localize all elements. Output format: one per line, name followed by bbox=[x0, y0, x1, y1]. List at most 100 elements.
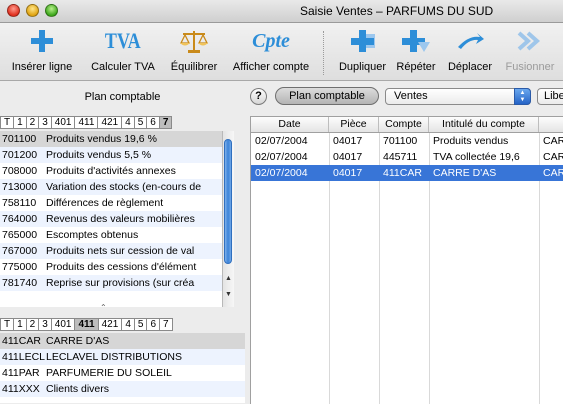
account-class-tab[interactable]: 411 bbox=[75, 319, 99, 330]
scroll-up-arrow-icon[interactable]: ▲ bbox=[223, 273, 234, 284]
table-cell-intitule[interactable]: Produits vendus bbox=[429, 133, 539, 149]
scroll-thumb[interactable] bbox=[224, 139, 232, 264]
table-row[interactable]: 02/07/2004 04017 411CAR CARRE D'AS CAR bbox=[251, 165, 563, 181]
account-code: 411PAR bbox=[2, 367, 40, 379]
account-class-tab[interactable]: 411 bbox=[75, 117, 99, 128]
journal-select-value: Ventes bbox=[394, 90, 428, 102]
libelle-button[interactable]: Libe bbox=[537, 88, 563, 105]
merge-button[interactable]: Fusionner bbox=[500, 23, 560, 80]
account-class-tab[interactable]: 3 bbox=[39, 319, 52, 330]
account-list-item[interactable]: 765000 Escomptes obtenus bbox=[0, 227, 234, 243]
table-cell-libelle[interactable]: CAR bbox=[539, 133, 563, 149]
account-code: 765000 bbox=[2, 229, 38, 241]
column-header-piece[interactable]: Pièce bbox=[329, 117, 379, 132]
account-class-tab[interactable]: 6 bbox=[147, 117, 160, 128]
accounts-list-top[interactable]: 701100 Produits vendus 19,6 % 701200 Produi… bbox=[0, 131, 234, 307]
close-window-button[interactable] bbox=[7, 4, 20, 17]
journal-select[interactable]: Ventes ▲ ▼ bbox=[385, 88, 531, 105]
table-row[interactable]: 02/07/2004 04017 701100 Produits vendus CAR bbox=[251, 133, 563, 149]
account-list-item[interactable]: 713000 Variation des stocks (en-cours de bbox=[0, 179, 234, 195]
column-header-date[interactable]: Date bbox=[251, 117, 329, 132]
table-cell-compte[interactable]: 445711 bbox=[379, 149, 429, 165]
minimize-window-button[interactable] bbox=[26, 4, 39, 17]
account-code: 411CAR bbox=[2, 335, 41, 347]
repeat-icon bbox=[392, 27, 440, 55]
account-list-item[interactable]: 775000 Produits des cessions d'élément bbox=[0, 259, 234, 275]
help-button[interactable]: ? bbox=[250, 88, 267, 105]
scroll-down-arrow-icon[interactable]: ▼ bbox=[223, 289, 234, 300]
table-cell-intitule[interactable]: TVA collectée 19,6 bbox=[429, 149, 539, 165]
repeat-button[interactable]: Répéter bbox=[392, 23, 440, 80]
entries-table: Date Pièce Compte Intitulé du compte 02/… bbox=[250, 116, 563, 404]
table-cell-compte[interactable]: 701100 bbox=[379, 133, 429, 149]
account-class-tab[interactable]: 401 bbox=[51, 319, 76, 330]
account-label: Différences de règlement bbox=[46, 197, 164, 209]
table-cell-intitule[interactable]: CARRE D'AS bbox=[429, 165, 539, 181]
table-cell-piece[interactable]: 04017 bbox=[329, 165, 379, 181]
splitter-grip-icon[interactable]: ⌃ bbox=[100, 303, 107, 312]
account-label: Produits des cessions d'élément bbox=[46, 261, 197, 273]
column-header-libelle[interactable] bbox=[539, 117, 563, 132]
account-class-tab[interactable]: 5 bbox=[134, 117, 148, 128]
accounts-list-bottom[interactable]: 411CAR CARRE D'AS 411LECLLECLAVEL DISTRIBU… bbox=[0, 333, 245, 403]
account-list-item[interactable]: 781740 Reprise sur provisions (sur créa bbox=[0, 275, 234, 291]
account-list-item[interactable]: 764000 Revenus des valeurs mobilières bbox=[0, 211, 234, 227]
column-header-compte[interactable]: Compte bbox=[379, 117, 429, 132]
account-class-tab[interactable]: 401 bbox=[51, 117, 76, 128]
account-class-tab[interactable]: T bbox=[1, 319, 15, 330]
balance-button[interactable]: Équilibrer bbox=[165, 23, 223, 80]
account-class-tab[interactable]: 2 bbox=[26, 117, 40, 128]
table-row[interactable]: 02/07/2004 04017 445711 TVA collectée 19,6 C… bbox=[251, 149, 563, 165]
accounts-list-top-scrollbar[interactable]: ▲ ▼ bbox=[222, 131, 234, 307]
account-class-tab[interactable]: 4 bbox=[122, 319, 135, 330]
plus-icon bbox=[4, 27, 80, 55]
account-list-item[interactable]: 411CAR CARRE D'AS bbox=[0, 333, 245, 349]
zoom-window-button[interactable] bbox=[45, 4, 58, 17]
account-class-tab[interactable]: 3 bbox=[39, 117, 52, 128]
table-cell-date[interactable]: 02/07/2004 bbox=[251, 165, 329, 181]
account-class-tab[interactable]: 6 bbox=[147, 319, 160, 330]
account-list-item[interactable]: 411LECLLECLAVEL DISTRIBUTIONS bbox=[0, 349, 245, 365]
account-list-item[interactable]: 767000 Produits nets sur cession de val bbox=[0, 243, 234, 259]
toolbar-separator bbox=[323, 31, 324, 75]
account-class-tab[interactable]: T bbox=[1, 117, 15, 128]
account-label: Revenus des valeurs mobilières bbox=[46, 213, 195, 225]
calculate-vat-button[interactable]: TVA Calculer TVA bbox=[85, 23, 161, 80]
account-list-item[interactable]: 758110 Différences de règlement bbox=[0, 195, 234, 211]
account-label: Clients divers bbox=[46, 383, 110, 395]
table-cell-date[interactable]: 02/07/2004 bbox=[251, 133, 329, 149]
account-label: Produits d'activités annexes bbox=[46, 165, 176, 177]
show-account-button[interactable]: Cpte Afficher compte bbox=[226, 23, 316, 80]
entries-table-header: Date Pièce Compte Intitulé du compte bbox=[251, 117, 563, 133]
table-cell-compte[interactable]: 411CAR bbox=[379, 165, 429, 181]
insert-line-button[interactable]: Insérer ligne bbox=[4, 23, 80, 80]
account-list-item[interactable]: 708000 Produits d'activités annexes bbox=[0, 163, 234, 179]
account-class-tab[interactable]: 421 bbox=[98, 319, 123, 330]
account-class-tab[interactable]: 7 bbox=[160, 319, 172, 330]
account-class-tab[interactable]: 1 bbox=[14, 117, 27, 128]
account-class-tabs-bottom: T 1 2 3 401 411 421 4 5 6 7 bbox=[0, 318, 173, 331]
account-class-tab[interactable]: 421 bbox=[98, 117, 123, 128]
account-class-tab[interactable]: 5 bbox=[134, 319, 148, 330]
account-class-tab[interactable]: 7 bbox=[159, 117, 172, 128]
account-class-tab[interactable]: 4 bbox=[122, 117, 135, 128]
account-label: LECLAVEL DISTRIBUTIONS bbox=[46, 351, 182, 363]
account-list-item[interactable]: 411PAR PARFUMERIE DU SOLEIL bbox=[0, 365, 245, 381]
table-cell-piece[interactable]: 04017 bbox=[329, 149, 379, 165]
account-class-tab[interactable]: 1 bbox=[14, 319, 27, 330]
table-cell-piece[interactable]: 04017 bbox=[329, 133, 379, 149]
account-list-item[interactable]: 411XXX Clients divers bbox=[0, 381, 245, 397]
account-class-tab[interactable]: 2 bbox=[26, 319, 40, 330]
account-code: 713000 bbox=[2, 181, 38, 193]
merge-arrows-icon bbox=[500, 27, 560, 55]
account-list-item[interactable]: 701200 Produits vendus 5,5 % bbox=[0, 147, 234, 163]
account-list-item[interactable]: 701100 Produits vendus 19,6 % bbox=[0, 131, 234, 147]
table-cell-libelle[interactable]: CAR bbox=[539, 149, 563, 165]
column-header-intitule[interactable]: Intitulé du compte bbox=[429, 117, 539, 132]
table-cell-libelle[interactable]: CAR bbox=[539, 165, 563, 181]
table-cell-date[interactable]: 02/07/2004 bbox=[251, 149, 329, 165]
move-button[interactable]: Déplacer bbox=[443, 23, 497, 80]
duplicate-button[interactable]: Dupliquer bbox=[335, 23, 390, 80]
toolbar: Insérer ligne TVA Calculer TVA Équilibre… bbox=[0, 23, 563, 81]
chart-of-accounts-button[interactable]: Plan comptable bbox=[275, 87, 379, 105]
